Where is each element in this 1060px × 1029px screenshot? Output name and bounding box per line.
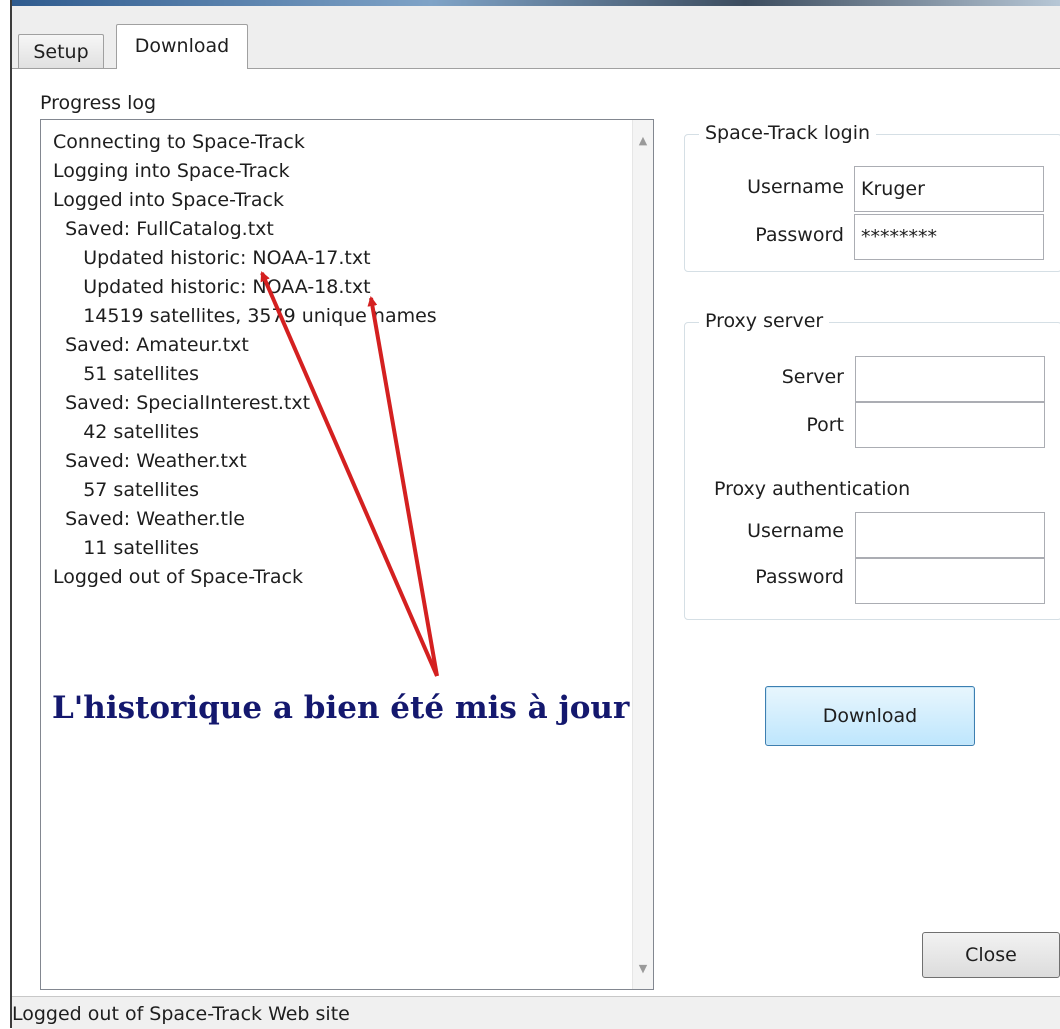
login-password-label: Password [755,224,844,246]
log-line: 51 satellites [53,363,199,385]
scroll-up-arrow-icon[interactable]: ▲ [633,134,653,147]
log-line: Logged out of Space-Track [53,566,304,588]
login-username-label: Username [747,176,844,198]
proxy-password-label: Password [755,566,844,588]
log-line: 14519 satellites, 3579 unique names [53,305,437,327]
tab-bar: Setup Download [12,6,1060,69]
scroll-down-arrow-icon[interactable]: ▼ [633,962,653,975]
log-line: Updated historic: NOAA-18.txt [53,276,371,298]
download-button[interactable]: Download [765,686,975,746]
log-line: Saved: FullCatalog.txt [53,218,274,240]
log-line: Logging into Space-Track [53,160,290,182]
login-username-field[interactable] [854,166,1044,212]
proxy-authentication-label: Proxy authentication [714,478,911,500]
annotation-text: L'historique a bien été mis à jour [52,690,630,726]
progress-log-list[interactable]: Connecting to Space-Track Logging into Sp… [40,119,654,990]
log-line: Logged into Space-Track [53,189,284,211]
log-line: Connecting to Space-Track [53,131,305,153]
progress-log-lines: Connecting to Space-Track Logging into Sp… [53,128,437,592]
proxy-username-field[interactable] [855,512,1045,558]
log-line: Saved: SpecialInterest.txt [53,392,311,414]
space-track-login-legend: Space-Track login [699,122,877,144]
log-line: Updated historic: NOAA-17.txt [53,247,371,269]
tab-setup[interactable]: Setup [18,34,104,68]
log-line: Saved: Weather.txt [53,450,247,472]
proxy-server-label: Server [781,366,844,388]
login-password-field[interactable] [854,214,1044,260]
log-scrollbar[interactable]: ▲ ▼ [632,120,653,989]
log-line: 42 satellites [53,421,199,443]
proxy-username-label: Username [747,520,844,542]
log-line: 57 satellites [53,479,199,501]
progress-log-label: Progress log [40,92,157,114]
log-line: Saved: Weather.tle [53,508,245,530]
proxy-port-field[interactable] [855,402,1045,448]
status-bar: Logged out of Space-Track Web site [12,996,1060,1029]
proxy-password-field[interactable] [855,558,1045,604]
proxy-server-legend: Proxy server [699,310,830,332]
log-line: Saved: Amateur.txt [53,334,249,356]
space-track-download-window: Setup Download Progress log Connecting t… [10,0,1060,1029]
close-button[interactable]: Close [922,932,1060,978]
tab-download[interactable]: Download [116,24,248,69]
proxy-port-label: Port [806,414,844,436]
proxy-server-field[interactable] [855,356,1045,402]
log-line: 11 satellites [53,537,199,559]
status-text: Logged out of Space-Track Web site [12,1003,350,1025]
